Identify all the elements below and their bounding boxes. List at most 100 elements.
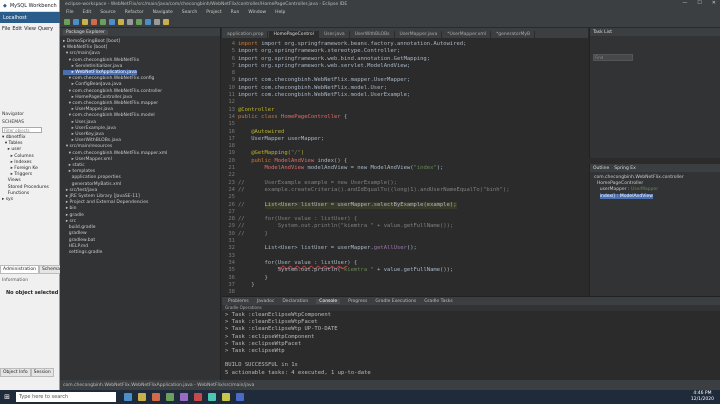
package-explorer: Package Explorer ▸ DemoSpringBoot [boot]… [60,28,221,380]
menu-navigate[interactable]: Navigate [153,10,173,15]
menu-edit[interactable]: Edit [83,10,92,15]
toolbar-button-icon[interactable] [82,18,88,25]
tab-declaration[interactable]: Declaration [282,299,308,304]
menu-run[interactable]: Run [231,10,240,15]
maximize-icon[interactable]: ☐ [697,0,701,6]
taskbar-app-icon[interactable] [236,393,244,401]
console-tabs: Problems Javadoc Declaration Console Pro… [222,297,720,305]
package-explorer-header: Package Explorer [60,28,220,36]
window-controls: — ☐ ✕ [682,0,716,6]
editor-tab[interactable]: application.prop [223,31,269,38]
toolbar-button-icon[interactable] [91,18,97,25]
menu-refactor[interactable]: Refactor [125,10,144,15]
editor-tab-active[interactable]: HomePageControl [269,31,319,38]
menu-bar: File Edit Source Refactor Navigate Searc… [60,8,720,16]
tab-javadoc[interactable]: Javadoc [257,299,275,304]
code-comment-highlight: List<User> listUser = userMapper.selectB… [264,201,457,209]
menu-file[interactable]: File [66,10,74,15]
tab-progress[interactable]: Progress [348,299,367,304]
tab-problems[interactable]: Problems [228,299,249,304]
taskbar-app-icon[interactable] [166,393,174,401]
tab-gradle-executions[interactable]: Gradle Executions [375,299,416,304]
outline-panel: Outline Spring Ex com.checongbinh.WebNet… [589,164,720,296]
toolbar-button-icon[interactable] [64,18,70,25]
taskbar-app-icon[interactable] [208,393,216,401]
code-comment: // } [238,230,268,237]
code-comment: // System.out.println("kiemtra " + value… [238,223,454,230]
close-icon[interactable]: ✕ [712,0,716,6]
code-token: public class [238,113,282,120]
code-line: } [238,274,268,281]
tab-outline[interactable]: Outline [593,166,609,171]
outline-package[interactable]: com.checongbinh.WebNetFlix.controller [594,175,684,180]
toolbar-button-icon[interactable] [136,18,142,25]
code-line: import org.springframework.stereotype.Co… [238,48,401,55]
menu-window[interactable]: Window [248,10,266,15]
task-find-input[interactable]: Find [593,54,633,61]
eclipse-titlebar: eclipse-workspace - WebNetFlix/src/main/… [60,0,720,8]
eclipse-title: eclipse-workspace - WebNetFlix/src/main/… [65,1,348,7]
toolbar-button-icon[interactable] [100,18,106,25]
tab-console[interactable]: Console [316,298,341,304]
code-token: List<User> listUser = userMapper. [238,245,374,252]
editor-tab[interactable]: UserMapper.java [395,31,443,38]
editor-tab[interactable]: User.java [319,31,350,38]
taskbar-app-icon[interactable] [124,393,132,401]
tree-item-selected[interactable]: ▸ WebNetFlixApplication.java [63,70,137,76]
menu-source[interactable]: Source [100,10,115,15]
task-list-header: Task List [590,28,720,36]
tree-items-bottom[interactable]: ▾ com.checongbinh.WebNetFlix.config ▸ Co… [63,76,168,255]
menu-search[interactable]: Search [182,10,197,15]
tab-spring-explorer[interactable]: Spring Ex [614,166,635,171]
code-line: @Controller [238,106,275,113]
console-output[interactable]: > Task :cleanEclipseWtpComponent > Task … [225,312,371,377]
code-token: { [340,113,348,120]
toolbar-button-icon[interactable] [145,18,151,25]
code-token: ) { [347,259,358,266]
code-token: + value.getFullName()); [373,267,454,274]
taskbar-app-icon[interactable] [222,393,230,401]
windows-start-icon[interactable]: ⊞ [0,390,14,404]
outline-field[interactable]: userMapper : [600,187,631,192]
project-tree[interactable]: ▸ DemoSpringBoot [boot] ▾ WebNetFlix [bo… [63,39,167,256]
toolbar-button-icon[interactable] [118,18,124,25]
editor-tab[interactable]: UserWithBLOBs [350,31,395,38]
tab-gradle-tasks[interactable]: Gradle Tasks [424,299,452,304]
toolbar-button-icon[interactable] [163,18,169,25]
toolbar-button-icon[interactable] [109,18,115,25]
taskbar-search-input[interactable]: Type here to search [16,392,116,402]
toolbar-button-icon[interactable] [73,18,79,25]
code-token: (); [406,245,417,252]
taskbar-app-icon[interactable] [138,393,146,401]
code-token: ModelAndView [238,165,305,172]
tree-items-top[interactable]: ▸ DemoSpringBoot [boot] ▾ WebNetFlix [bo… [63,39,139,69]
toolbar-button-icon[interactable] [127,18,133,25]
source-code[interactable]: import import org.springframework.beans.… [238,41,510,289]
outline-tree[interactable]: com.checongbinh.WebNetFlix.controller Ho… [594,175,684,200]
outline-method[interactable]: index() : ModelAndView [599,193,653,199]
editor-tab[interactable]: *generatorMyB [492,31,536,38]
tab-task-list[interactable]: Task List [593,30,612,35]
code-token: @GetMapping( [238,150,291,157]
toolbar-button-icon[interactable] [154,18,160,25]
code-editor[interactable]: application.prop HomePageControl User.ja… [222,28,588,296]
tab-package-explorer[interactable]: Package Explorer [63,29,108,35]
taskbar-app-icon[interactable] [152,393,160,401]
code-token: public [238,157,275,164]
code-token: ); [436,165,444,172]
menu-project[interactable]: Project [206,10,221,15]
outline-class[interactable]: HomePageController [597,181,643,186]
code-comment: // example.createCriteria().andIdEqualTo… [238,186,510,193]
console-subheader: Gradle Operations [222,305,720,311]
code-line: import org.springframework.web.bind.anno… [238,55,431,62]
taskbar-app-icon[interactable] [180,393,188,401]
menu-help[interactable]: Help [275,10,285,15]
taskbar-clock[interactable]: 4:46 PM 12/1/2020 [691,391,714,402]
line-numbers: 4 5 6 7 8 9 10 11 12 13 14 15 16 17 18 1… [228,41,235,296]
main-toolbar [60,16,720,28]
windows-taskbar: ⊞ Type here to search 4:46 PM 12/1/2020 [0,390,720,404]
eclipse-window: eclipse-workspace - WebNetFlix/src/main/… [0,0,720,390]
minimize-icon[interactable]: — [682,0,687,6]
editor-tab[interactable]: *UserMapper.xml [443,31,492,38]
taskbar-app-icon[interactable] [194,393,202,401]
